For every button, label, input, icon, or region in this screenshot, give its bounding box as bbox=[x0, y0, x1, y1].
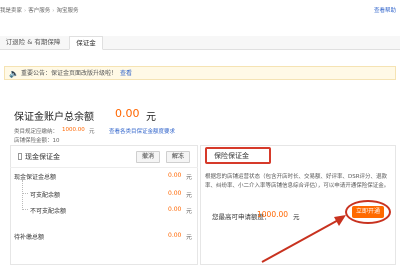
pending-payment-unit: 元 bbox=[186, 234, 193, 241]
available-balance-value: 0.00 bbox=[168, 190, 182, 197]
max-amount-unit: 元 bbox=[293, 213, 300, 221]
breadcrumb: 我是卖家 › 客户服务 › 淘宝服务 bbox=[0, 8, 79, 14]
category-required-unit: 元 bbox=[89, 129, 95, 135]
store-insurance-line: 店铺保险金额：10 bbox=[14, 138, 60, 144]
help-link[interactable]: 查看帮助 bbox=[374, 6, 396, 14]
cash-deposit-panel bbox=[10, 145, 198, 265]
insurance-deposit-title: 保险保证金 bbox=[214, 152, 249, 160]
tree-connector bbox=[22, 209, 28, 210]
unfreeze-button[interactable]: 解冻 bbox=[166, 151, 190, 163]
unavailable-balance-label: 不可支配余额 bbox=[30, 208, 67, 215]
pending-payment-value: 0.00 bbox=[168, 232, 182, 239]
notice-text: 重要公告：保证金页面改版升级啦！ 查看 bbox=[21, 70, 133, 77]
unavailable-balance-unit: 元 bbox=[186, 208, 193, 215]
cash-total-unit: 元 bbox=[186, 174, 193, 181]
tree-connector bbox=[22, 193, 28, 194]
divider bbox=[10, 167, 198, 168]
speaker-icon: 🔈 bbox=[9, 69, 19, 78]
cash-deposit-title: 现金保证金 bbox=[18, 152, 60, 162]
cash-total-value: 0.00 bbox=[168, 172, 182, 179]
total-balance-label: 保证金账户总余额 bbox=[14, 112, 94, 123]
tab-return-insurance[interactable]: 订退险 & 有期保障 bbox=[4, 36, 62, 50]
open-now-button[interactable]: 立即开通 bbox=[352, 206, 384, 218]
withdraw-button[interactable]: 撤消 bbox=[136, 151, 160, 163]
category-required-amount: 1000.00 bbox=[62, 127, 85, 133]
total-balance-unit: 元 bbox=[146, 112, 156, 123]
cash-total-label: 现金保证金总额 bbox=[14, 174, 57, 181]
available-balance-label: 可支配余额 bbox=[30, 192, 61, 199]
available-balance-unit: 元 bbox=[186, 192, 193, 199]
notice-link[interactable]: 查看 bbox=[120, 70, 132, 77]
tab-deposit[interactable]: 保证金 bbox=[69, 36, 103, 50]
breadcrumb-item[interactable]: 客户服务 bbox=[28, 8, 50, 14]
max-amount-value: 1000.00 bbox=[257, 210, 289, 219]
breadcrumb-item: 淘宝服务 bbox=[56, 8, 79, 14]
total-balance-amount: 0.00 bbox=[115, 107, 140, 120]
unavailable-balance-value: 0.00 bbox=[168, 206, 182, 213]
tree-connector bbox=[22, 180, 23, 210]
category-required-label: 类目规定应缴纳： bbox=[14, 129, 59, 135]
notice-bar: 🔈 重要公告：保证金页面改版升级啦！ 查看 bbox=[4, 66, 396, 80]
tab-bar: 订退险 & 有期保障 保证金 bbox=[0, 36, 400, 50]
breadcrumb-item[interactable]: 我是卖家 bbox=[0, 8, 22, 14]
category-requirements-link[interactable]: 查看各类目保证金额度要求 bbox=[109, 127, 175, 135]
insurance-description: 根据您的店铺运营状态（包含开店时长、交易额、好评率、DSR评分、退款率、纠纷率、… bbox=[205, 174, 390, 189]
pending-payment-label: 待补缴总额 bbox=[14, 234, 45, 241]
